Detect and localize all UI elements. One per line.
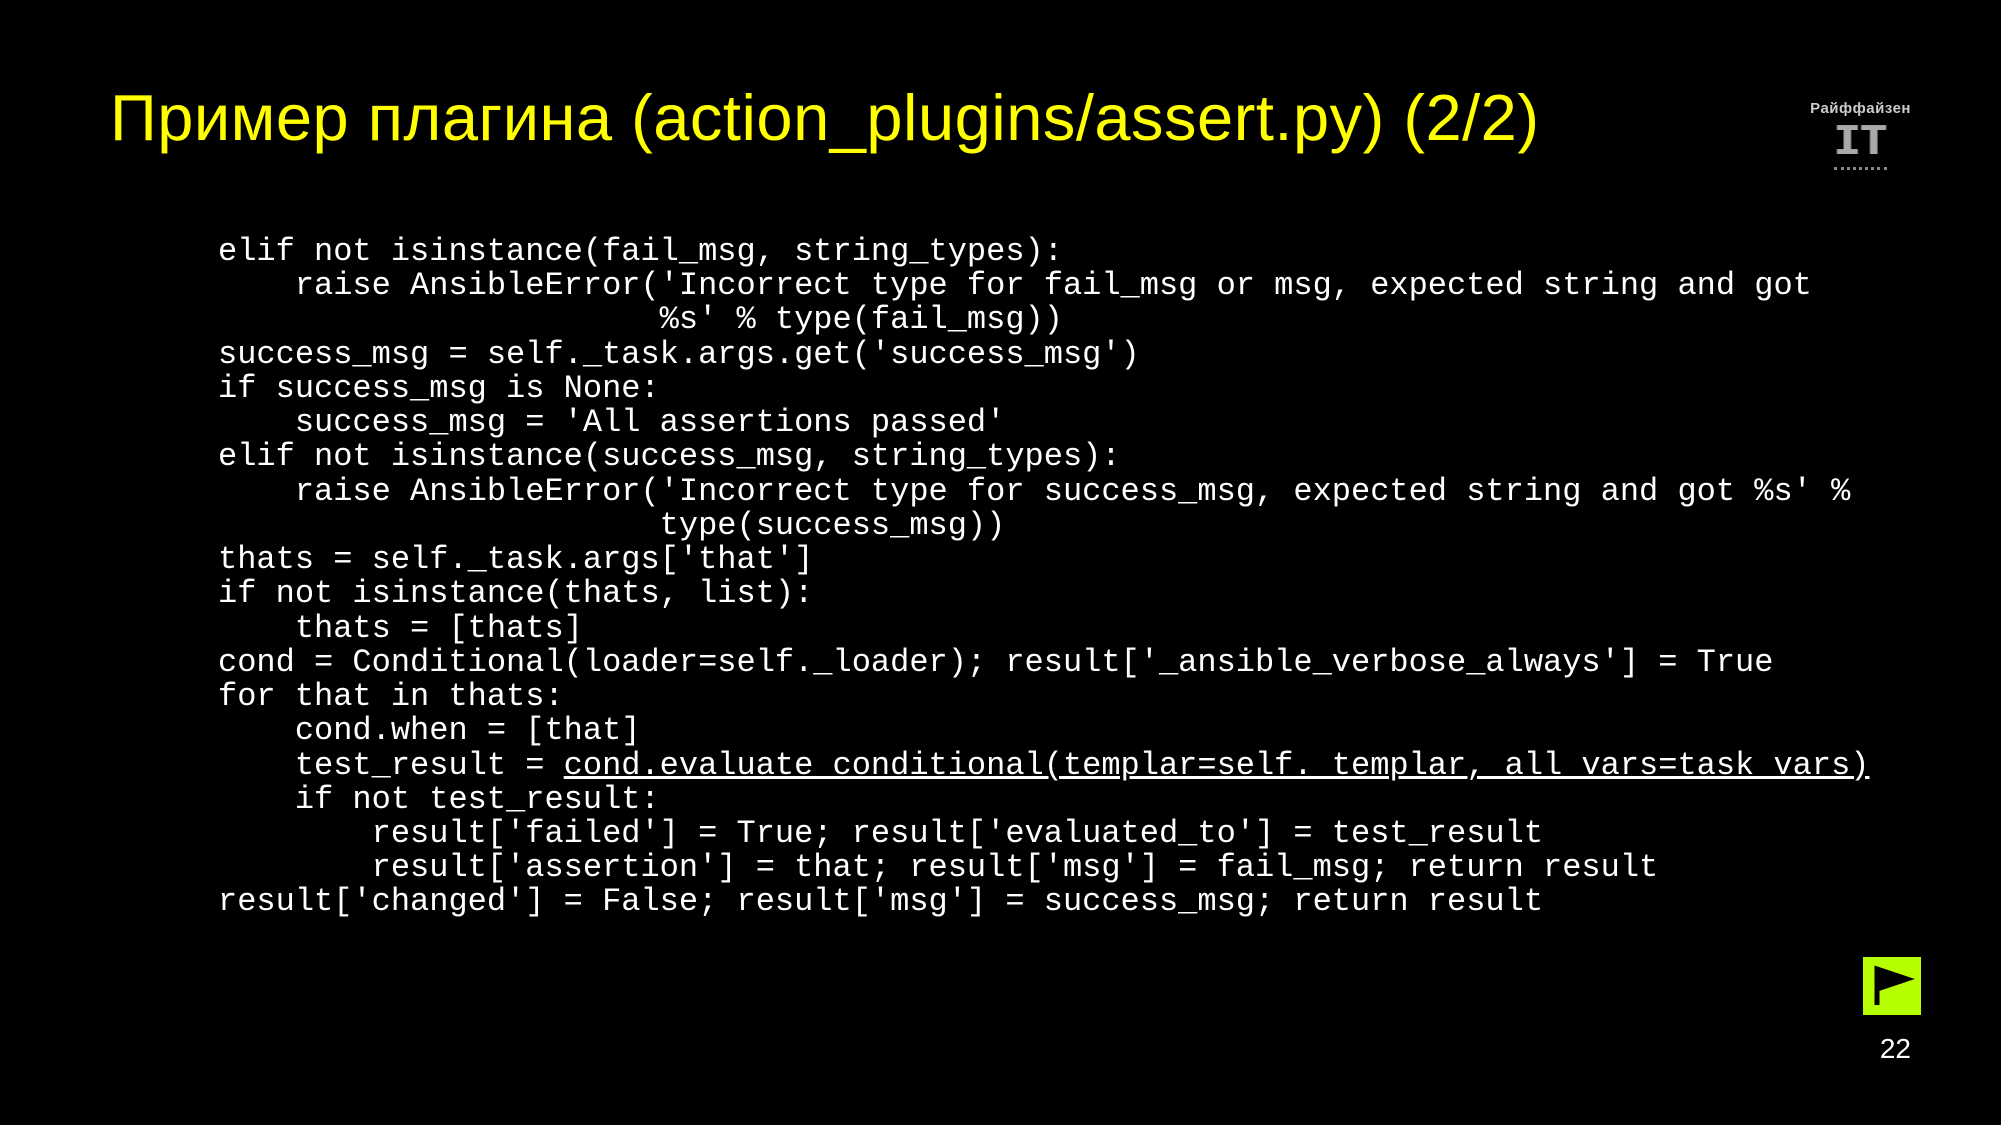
code-line: if not isinstance(thats, list):: [218, 575, 813, 612]
logo-it-text: IT: [1834, 121, 1887, 170]
code-line: raise AnsibleError('Incorrect type for f…: [218, 267, 1812, 304]
logo-brand-text: Райффайзен: [1810, 100, 1911, 117]
code-line: for that in thats:: [218, 678, 564, 715]
code-line: result['changed'] = False; result['msg']…: [218, 883, 1543, 920]
slide-title: Пример плагина (action_plugins/assert.py…: [110, 80, 1539, 155]
code-line: if success_msg is None:: [218, 370, 660, 407]
code-line-underlined: cond.evaluate_conditional(templar=self._…: [564, 747, 1870, 784]
flag-icon: [1863, 957, 1921, 1015]
code-line: cond = Conditional(loader=self._loader);…: [218, 644, 1773, 681]
code-line: type(success_msg)): [218, 507, 1005, 544]
code-line: test_result =: [218, 747, 564, 784]
code-line: if not test_result:: [218, 781, 660, 818]
code-line: elif not isinstance(success_msg, string_…: [218, 438, 1121, 475]
code-line: success_msg = self._task.args.get('succe…: [218, 336, 1140, 373]
page-number: 22: [1880, 1033, 1911, 1065]
code-line: result['assertion'] = that; result['msg'…: [218, 849, 1658, 886]
code-block: elif not isinstance(fail_msg, string_typ…: [218, 235, 1821, 920]
code-line: thats = self._task.args['that']: [218, 541, 813, 578]
code-line: raise AnsibleError('Incorrect type for s…: [218, 473, 1850, 510]
code-line: success_msg = 'All assertions passed': [218, 404, 1005, 441]
code-line: %s' % type(fail_msg)): [218, 301, 1063, 338]
code-line: elif not isinstance(fail_msg, string_typ…: [218, 233, 1063, 270]
slide: Пример плагина (action_plugins/assert.py…: [0, 0, 2001, 1125]
code-line: thats = [thats]: [218, 610, 583, 647]
code-line: cond.when = [that]: [218, 712, 640, 749]
code-line: result['failed'] = True; result['evaluat…: [218, 815, 1543, 852]
company-logo: Райффайзен IT: [1810, 100, 1911, 170]
